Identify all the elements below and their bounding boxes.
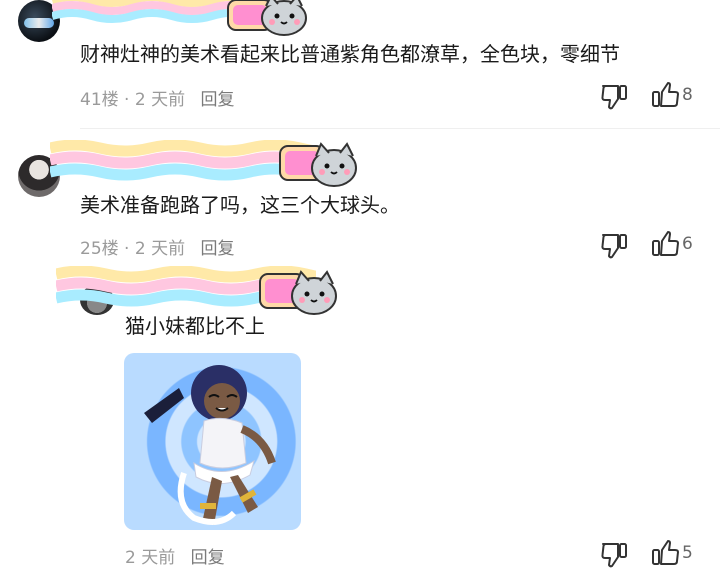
dislike-icon[interactable] xyxy=(600,542,630,568)
like-icon[interactable] xyxy=(650,82,680,108)
dislike-icon[interactable] xyxy=(600,84,630,110)
comment-text: 财神灶神的美术看起来比普通紫角色都潦草，全色块，零细节 xyxy=(80,42,620,66)
nyan-cat-icon xyxy=(259,270,337,315)
sticker-character-illustration xyxy=(144,365,276,525)
like-count: 5 xyxy=(682,543,693,563)
reply-time: 2 天前 xyxy=(125,548,176,568)
like-count: 8 xyxy=(682,85,693,105)
nyan-cat-icon xyxy=(227,0,307,36)
reply-button[interactable]: 回复 xyxy=(200,90,234,110)
like-icon[interactable] xyxy=(650,540,680,566)
like-icon[interactable] xyxy=(650,231,680,257)
comment-text: 美术准备跑路了吗，这三个大球头。 xyxy=(80,193,400,217)
floor-and-time: 41楼 · 2 天前 xyxy=(80,90,186,110)
floor-and-time: 25楼 · 2 天前 xyxy=(80,239,186,259)
comment-meta: 41楼 · 2 天前 回复 xyxy=(80,85,234,110)
reply-button[interactable]: 回复 xyxy=(191,548,225,568)
reply-meta: 2 天前 回复 xyxy=(125,543,225,568)
nyan-cat-icon xyxy=(279,142,357,187)
like-count: 6 xyxy=(682,234,693,254)
reply-text: 猫小妹都比不上 xyxy=(125,314,265,338)
dislike-icon[interactable] xyxy=(600,233,630,259)
divider xyxy=(80,128,720,129)
nyan-rainbow-trail xyxy=(52,0,242,23)
comment-meta: 25楼 · 2 天前 回复 xyxy=(80,234,234,259)
reply-button[interactable]: 回复 xyxy=(200,239,234,259)
sticker-image[interactable] xyxy=(124,353,301,530)
